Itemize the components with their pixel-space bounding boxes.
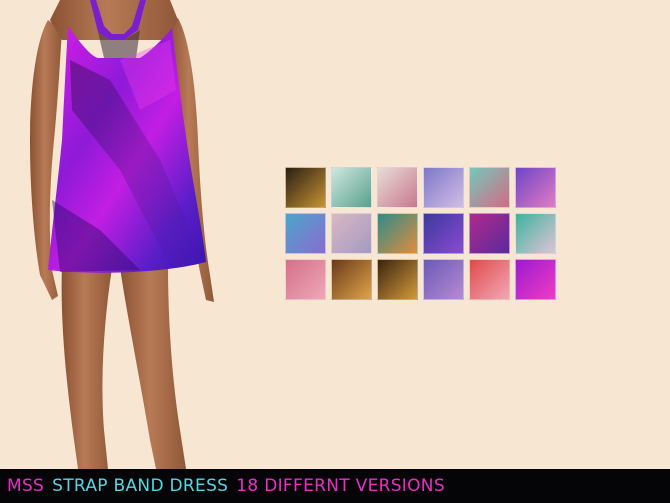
swatch-purple-galaxy[interactable]	[515, 259, 556, 300]
dress-model-preview	[30, 0, 214, 469]
preview-canvas: MSS STRAP BAND DRESS 18 DIFFERNT VERSION…	[0, 0, 670, 503]
swatch-violet-watercolor[interactable]	[423, 259, 464, 300]
swatch-amber-bokeh[interactable]	[331, 259, 372, 300]
left-leg	[61, 265, 112, 469]
product-title: STRAP BAND DRESS	[52, 476, 229, 496]
swatch-pink-lace[interactable]	[285, 259, 326, 300]
swatch-indigo-geometric[interactable]	[423, 213, 464, 254]
swatch-teal-triangles[interactable]	[515, 213, 556, 254]
swatch-purple-geometric[interactable]	[515, 167, 556, 208]
swatch-magenta-geometric[interactable]	[469, 213, 510, 254]
swatch-teal-rose-floral[interactable]	[469, 167, 510, 208]
right-leg	[120, 265, 186, 469]
swatch-pink-rose-floral[interactable]	[377, 167, 418, 208]
swatch-blue-teal-geometric[interactable]	[285, 213, 326, 254]
swatch-lavender-floral[interactable]	[423, 167, 464, 208]
swatch-grid	[285, 167, 556, 300]
swatch-pastel-geometric[interactable]	[331, 213, 372, 254]
swatch-mint-floral[interactable]	[331, 167, 372, 208]
brand-label: MSS	[7, 476, 45, 496]
swatch-gold-glitter[interactable]	[377, 259, 418, 300]
swatch-gold-honeycomb[interactable]	[285, 167, 326, 208]
versions-label: 18 DIFFERNT VERSIONS	[236, 476, 445, 496]
swatch-multicolor-geometric[interactable]	[377, 213, 418, 254]
swatch-red-watercolor[interactable]	[469, 259, 510, 300]
caption-bar: MSS STRAP BAND DRESS 18 DIFFERNT VERSION…	[0, 469, 670, 503]
